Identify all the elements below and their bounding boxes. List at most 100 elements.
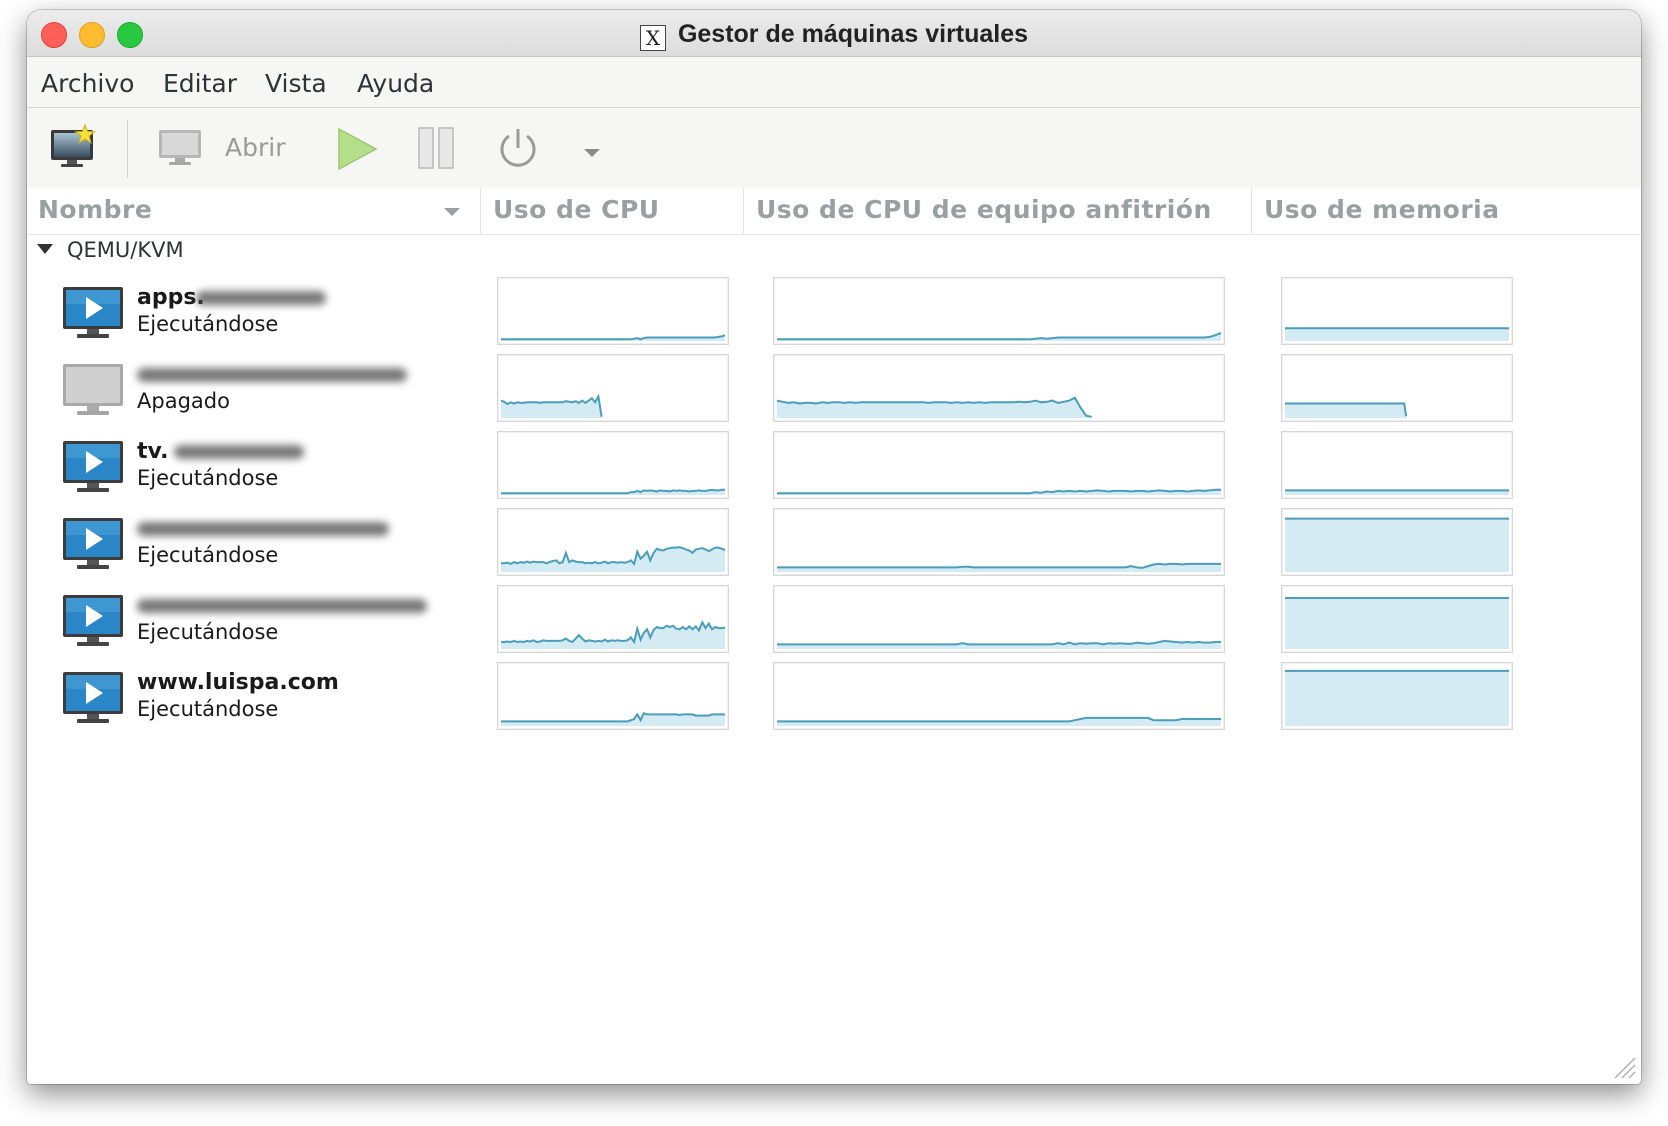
- column-cpu[interactable]: Uso de CPU: [493, 188, 660, 234]
- x11-icon: X: [639, 25, 666, 51]
- toolbar: Abrir: [27, 108, 1641, 188]
- memory-usage-graph-plot: [1285, 517, 1509, 572]
- cpu-usage-graph-plot: [501, 619, 726, 649]
- resize-grip-icon[interactable]: [1611, 1054, 1637, 1080]
- menu-editar[interactable]: Editar: [163, 69, 237, 98]
- vm-name: www.luispa.com: [137, 670, 339, 695]
- open-button[interactable]: [157, 128, 203, 172]
- title-bar: X Gestor de máquinas virtuales: [27, 10, 1641, 57]
- new-vm-icon: [51, 123, 96, 167]
- column-nombre[interactable]: Nombre: [38, 188, 152, 234]
- graph-area: [1285, 518, 1509, 572]
- memory-usage-graph: [1281, 662, 1513, 730]
- host-cpu-usage-graph: [773, 662, 1225, 730]
- redacted-name: [137, 599, 427, 613]
- cpu-usage-graph: [497, 354, 729, 422]
- menu-archivo[interactable]: Archivo: [41, 69, 134, 98]
- expander-arrow-icon[interactable]: [37, 244, 53, 254]
- vm-row[interactable]: www.luispa.com Ejecutándose: [27, 660, 1641, 737]
- vm-row[interactable]: apps. Ejecutándose: [27, 275, 1641, 352]
- column-header-row: Nombre Uso de CPU Uso de CPU de equipo a…: [27, 188, 1641, 235]
- monitor-icon: [159, 130, 201, 165]
- cpu-usage-graph: [497, 431, 729, 499]
- window-title: X Gestor de máquinas virtuales: [27, 20, 1641, 51]
- cpu-usage-graph-plot: [501, 488, 725, 495]
- memory-usage-graph: [1281, 354, 1513, 422]
- pause-button[interactable]: [417, 126, 457, 174]
- graph-line: [777, 639, 1221, 646]
- memory-usage-graph: [1281, 431, 1513, 499]
- host-cpu-usage-graph: [773, 277, 1225, 345]
- vm-status: Ejecutándose: [137, 312, 279, 336]
- graph-area: [501, 396, 602, 418]
- column-divider[interactable]: [743, 188, 744, 234]
- host-cpu-usage-graph: [773, 431, 1225, 499]
- host-cpu-usage-graph-plot: [777, 562, 1221, 572]
- graph-area: [1285, 403, 1407, 418]
- power-icon: [500, 129, 536, 167]
- graph-area: [777, 397, 1092, 418]
- graph-area: [1285, 670, 1509, 726]
- memory-usage-graph-plot: [1285, 402, 1408, 418]
- vm-running-icon: [63, 595, 123, 646]
- vm-row[interactable]: Apagado: [27, 352, 1641, 429]
- virt-manager-window: X Gestor de máquinas virtuales Archivo Ed…: [27, 10, 1641, 1084]
- redacted-name: [137, 522, 389, 536]
- host-cpu-usage-graph-plot: [777, 716, 1221, 726]
- pause-icon: [418, 127, 454, 169]
- vm-row[interactable]: Ejecutándose: [27, 583, 1641, 660]
- open-button-label[interactable]: Abrir: [225, 133, 285, 162]
- host-cpu-usage-graph-plot: [777, 639, 1221, 649]
- cpu-usage-graph-plot: [500, 393, 603, 418]
- vm-running-icon: [63, 518, 123, 569]
- sort-arrow-icon[interactable]: [442, 206, 462, 218]
- shutdown-menu-button[interactable]: [582, 144, 602, 163]
- vm-status: Ejecutándose: [137, 543, 279, 567]
- memory-usage-graph-plot: [1285, 327, 1509, 341]
- play-icon: [338, 127, 378, 171]
- toolbar-separator: [127, 120, 128, 178]
- menu-bar: Archivo Editar Vista Ayuda: [27, 57, 1641, 108]
- cpu-usage-graph-plot: [501, 711, 725, 726]
- redacted-name: [174, 445, 304, 459]
- host-cpu-usage-graph: [773, 508, 1225, 576]
- vm-running-icon: [63, 672, 123, 723]
- graph-area: [1285, 328, 1509, 341]
- cpu-usage-graph: [497, 508, 729, 576]
- graph-line: [777, 331, 1222, 341]
- new-vm-button[interactable]: [49, 123, 99, 176]
- run-button[interactable]: [335, 126, 379, 176]
- menu-vista[interactable]: Vista: [265, 69, 327, 98]
- vm-name: tv.: [137, 439, 169, 464]
- host-cpu-usage-graph-plot: [776, 396, 1092, 418]
- cpu-usage-graph-plot: [501, 334, 726, 341]
- memory-usage-graph: [1281, 508, 1513, 576]
- memory-usage-graph-plot: [1285, 489, 1509, 495]
- vm-status: Ejecutándose: [137, 466, 279, 490]
- host-cpu-usage-graph: [773, 354, 1225, 422]
- graph-line: [777, 716, 1221, 723]
- column-divider[interactable]: [480, 188, 481, 234]
- memory-usage-graph: [1281, 277, 1513, 345]
- vm-running-icon: [63, 441, 123, 492]
- redacted-name: [196, 291, 326, 305]
- shutdown-button[interactable]: [496, 126, 540, 174]
- memory-usage-graph-plot: [1285, 597, 1509, 649]
- vm-name: apps.: [137, 285, 205, 310]
- vm-row[interactable]: tv. Ejecutándose: [27, 429, 1641, 506]
- vm-row[interactable]: Ejecutándose: [27, 506, 1641, 583]
- connection-group[interactable]: QEMU/KVM: [37, 238, 184, 262]
- cpu-usage-graph-plot: [501, 546, 726, 572]
- cpu-usage-graph: [497, 277, 729, 345]
- graph-area: [1285, 598, 1509, 649]
- dropdown-arrow-icon: [584, 149, 600, 157]
- menu-ayuda[interactable]: Ayuda: [357, 69, 434, 98]
- connection-label: QEMU/KVM: [67, 238, 184, 262]
- host-cpu-usage-graph: [773, 585, 1225, 653]
- column-memory[interactable]: Uso de memoria: [1264, 188, 1500, 234]
- column-host-cpu[interactable]: Uso de CPU de equipo anfitrión: [756, 188, 1212, 234]
- memory-usage-graph: [1281, 585, 1513, 653]
- memory-usage-graph-plot: [1285, 669, 1509, 726]
- cpu-usage-graph: [497, 662, 729, 730]
- column-divider[interactable]: [1251, 188, 1252, 234]
